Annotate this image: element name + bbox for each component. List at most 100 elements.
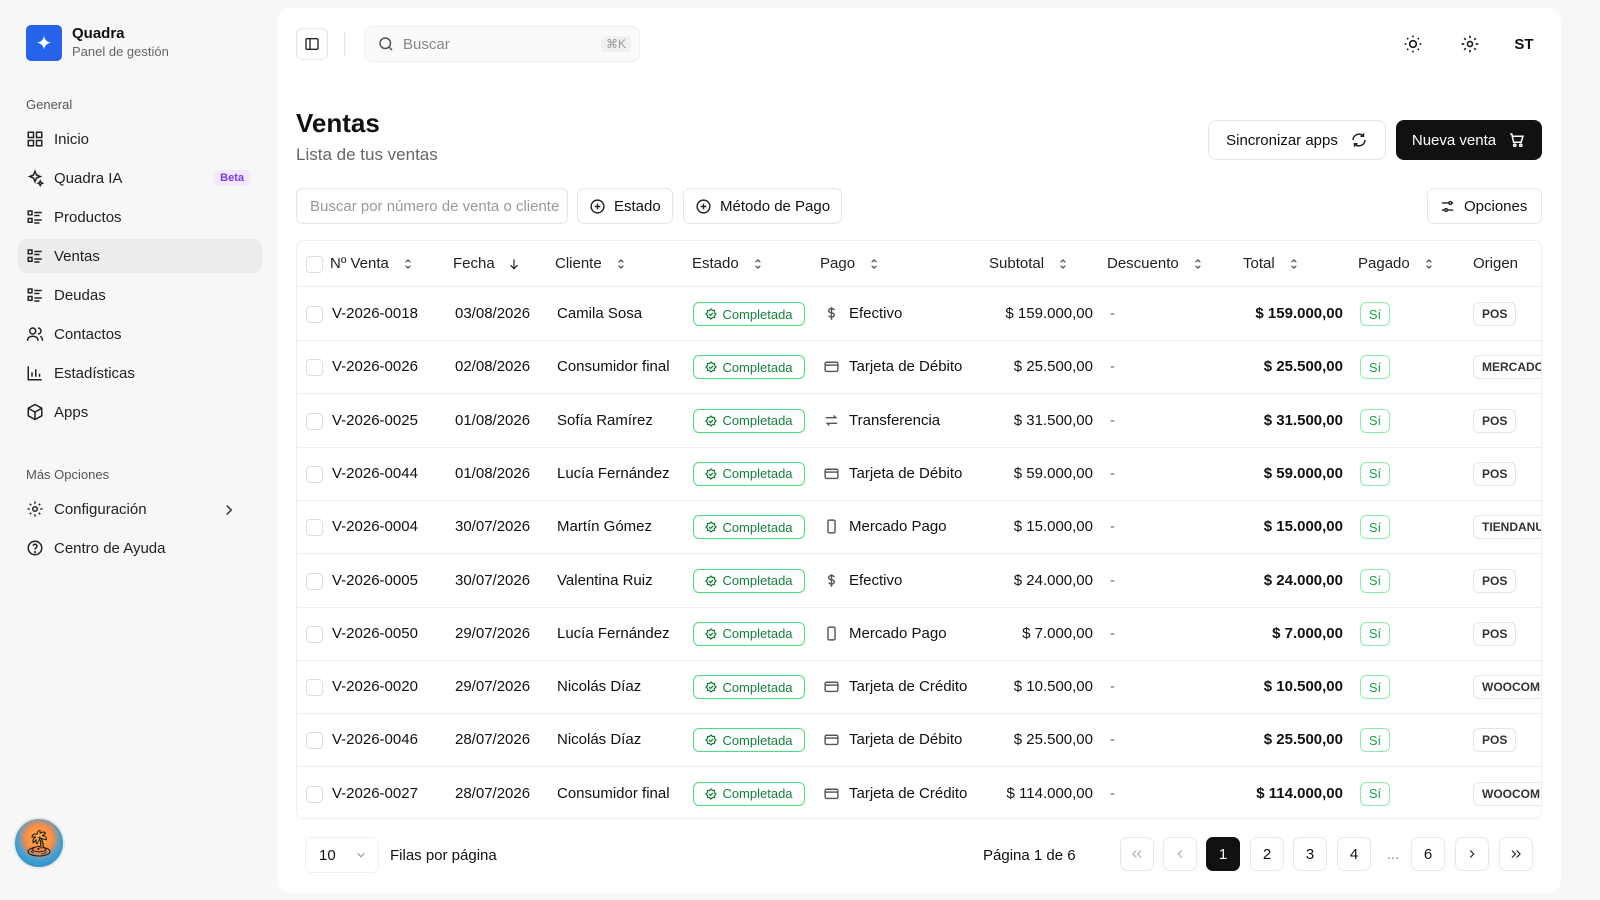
sales-search-input[interactable]: Buscar por número de venta o cliente (296, 188, 568, 224)
discount: - (1110, 464, 1115, 482)
sidebar-item-quadra-ia[interactable]: Quadra IA Beta (18, 161, 262, 195)
status-label: Completada (722, 413, 793, 429)
new-sale-button[interactable]: Nueva venta (1396, 120, 1542, 160)
sale-id[interactable]: V-2026-0027 (332, 785, 418, 802)
row-checkbox[interactable] (306, 679, 323, 697)
options-label: Opciones (1464, 197, 1528, 215)
row-checkbox[interactable] (306, 785, 323, 803)
row-checkbox[interactable] (306, 359, 323, 377)
column-header-descuento[interactable]: Descuento (1107, 255, 1205, 272)
page-button-6[interactable]: 6 (1411, 837, 1445, 871)
table-row[interactable]: V-2026-0018 03/08/2026 Camila Sosa Completa… (297, 288, 1541, 341)
card-icon (824, 681, 839, 693)
row-checkbox[interactable] (306, 465, 323, 483)
sync-label: Sincronizar apps (1226, 131, 1338, 149)
card-icon (824, 734, 839, 746)
table-row[interactable]: V-2026-0046 28/07/2026 Nicolás Díaz Complet… (297, 714, 1541, 768)
table-row[interactable]: V-2026-0025 01/08/2026 Sofía Ramírez Comple… (297, 395, 1541, 448)
sidebar-item-estadisticas[interactable]: Estadísticas (18, 356, 262, 390)
sale-id[interactable]: V-2026-0005 (332, 572, 418, 589)
table-row[interactable]: V-2026-0005 30/07/2026 Valentina Ruiz Compl… (297, 555, 1541, 608)
status-label: Completada (722, 306, 793, 322)
row-checkbox[interactable] (306, 625, 323, 643)
column-header-origen[interactable]: Origen (1473, 255, 1518, 272)
discount: - (1110, 305, 1115, 322)
row-checkbox[interactable] (306, 306, 323, 323)
sidebar-item-apps[interactable]: Apps (18, 395, 262, 429)
column-header-pago[interactable]: Pago (820, 255, 881, 272)
column-header-estado[interactable]: Estado (692, 255, 765, 272)
sale-id[interactable]: V-2026-0046 (332, 731, 418, 748)
sale-id[interactable]: V-2026-0050 (332, 625, 418, 642)
table-row[interactable]: V-2026-0044 01/08/2026 Lucía Fernández Comp… (297, 448, 1541, 501)
sale-client: Valentina Ruiz (557, 571, 653, 589)
theme-toggle-button[interactable] (1397, 28, 1429, 60)
origin-badge: POS (1473, 621, 1517, 646)
sale-id[interactable]: V-2026-0026 (332, 358, 418, 375)
row-checkbox[interactable] (306, 519, 323, 537)
sale-date: 01/08/2026 (455, 464, 531, 482)
avatar-island-icon[interactable]: 🏝 (13, 817, 65, 869)
column-label: Subtotal (989, 255, 1045, 272)
page-button-3[interactable]: 3 (1293, 837, 1327, 871)
row-checkbox[interactable] (306, 412, 323, 430)
sale-id[interactable]: V-2026-0044 (332, 465, 418, 482)
chevron-down-icon (357, 852, 365, 858)
column-header-fecha[interactable]: Fecha (453, 255, 521, 272)
row-checkbox[interactable] (306, 572, 323, 590)
table-row[interactable]: V-2026-0027 28/07/2026 Consumidor final Com… (297, 768, 1541, 818)
sidebar-item-inicio[interactable]: Inicio (18, 122, 262, 156)
column-header-pagado[interactable]: Pagado (1358, 255, 1436, 272)
table-row[interactable]: V-2026-0020 29/07/2026 Nicolás Díaz Complet… (297, 661, 1541, 715)
search-input[interactable]: Buscar ⌘K (364, 26, 640, 62)
user-avatar[interactable]: ST (1506, 28, 1542, 60)
select-all-checkbox[interactable] (306, 256, 323, 273)
first-page-button[interactable] (1120, 837, 1154, 871)
sales-table: Nº Venta Fecha Cliente Estado Pago Subto… (296, 240, 1542, 819)
total: $ 24.000,00 (1263, 571, 1343, 589)
table-row[interactable]: V-2026-0026 02/08/2026 Consumidor final Com… (297, 341, 1541, 395)
row-checkbox[interactable] (306, 732, 323, 750)
sidebar-item-productos[interactable]: Productos (18, 200, 262, 234)
sidebar-item-label: Configuración (54, 500, 147, 518)
prev-page-button[interactable] (1163, 837, 1197, 871)
status-label: Completada (722, 466, 793, 482)
sync-apps-button[interactable]: Sincronizar apps (1208, 120, 1386, 160)
rows-per-page-select[interactable]: 10 (305, 837, 379, 873)
sidebar-item-centro-de-ayuda[interactable]: Centro de Ayuda (18, 531, 262, 565)
sale-id[interactable]: V-2026-0020 (332, 678, 418, 695)
brand[interactable]: ✦ Quadra Panel de gestión (26, 25, 169, 61)
sidebar-item-ventas[interactable]: Ventas (18, 239, 262, 273)
column-header-nro-venta[interactable]: Nº Venta (330, 255, 415, 272)
sale-id[interactable]: V-2026-0025 (332, 412, 418, 429)
column-header-total[interactable]: Total (1243, 255, 1301, 272)
column-header-subtotal[interactable]: Subtotal (989, 255, 1070, 272)
estado-filter-button[interactable]: Estado (577, 188, 673, 224)
sale-id[interactable]: V-2026-0004 (332, 518, 418, 535)
origin-badge: POS (1473, 461, 1517, 486)
status-badge: Completada (693, 568, 805, 593)
toggle-sidebar-button[interactable] (296, 28, 328, 60)
payment-method: Tarjeta de Débito (849, 358, 963, 376)
sidebar-item-deudas[interactable]: Deudas (18, 278, 262, 312)
settings-button[interactable] (1454, 28, 1486, 60)
page-button-2[interactable]: 2 (1250, 837, 1284, 871)
page-button-1[interactable]: 1 (1206, 837, 1240, 871)
column-header-cliente[interactable]: Cliente (555, 255, 628, 272)
next-page-button[interactable] (1455, 837, 1489, 871)
sidebar-item-configuracion[interactable]: Configuración (18, 492, 262, 526)
options-button[interactable]: Opciones (1427, 188, 1542, 224)
column-label: Descuento (1107, 255, 1179, 272)
page-button-4[interactable]: 4 (1337, 837, 1371, 871)
total: $ 7.000,00 (1272, 624, 1343, 642)
metodo-pago-filter-button[interactable]: Método de Pago (683, 188, 843, 224)
sidebar-item-contactos[interactable]: Contactos (18, 317, 262, 351)
list-icon (27, 210, 42, 224)
check-badge-icon (705, 574, 718, 587)
table-row[interactable]: V-2026-0050 29/07/2026 Lucía Fernández Comp… (297, 608, 1541, 661)
status-label: Completada (722, 732, 793, 748)
last-page-button[interactable] (1499, 837, 1533, 871)
table-row[interactable]: V-2026-0004 30/07/2026 Martín Gómez Complet… (297, 501, 1541, 555)
sale-id[interactable]: V-2026-0018 (332, 305, 418, 322)
origin-badge: WOOCOM (1473, 675, 1541, 700)
